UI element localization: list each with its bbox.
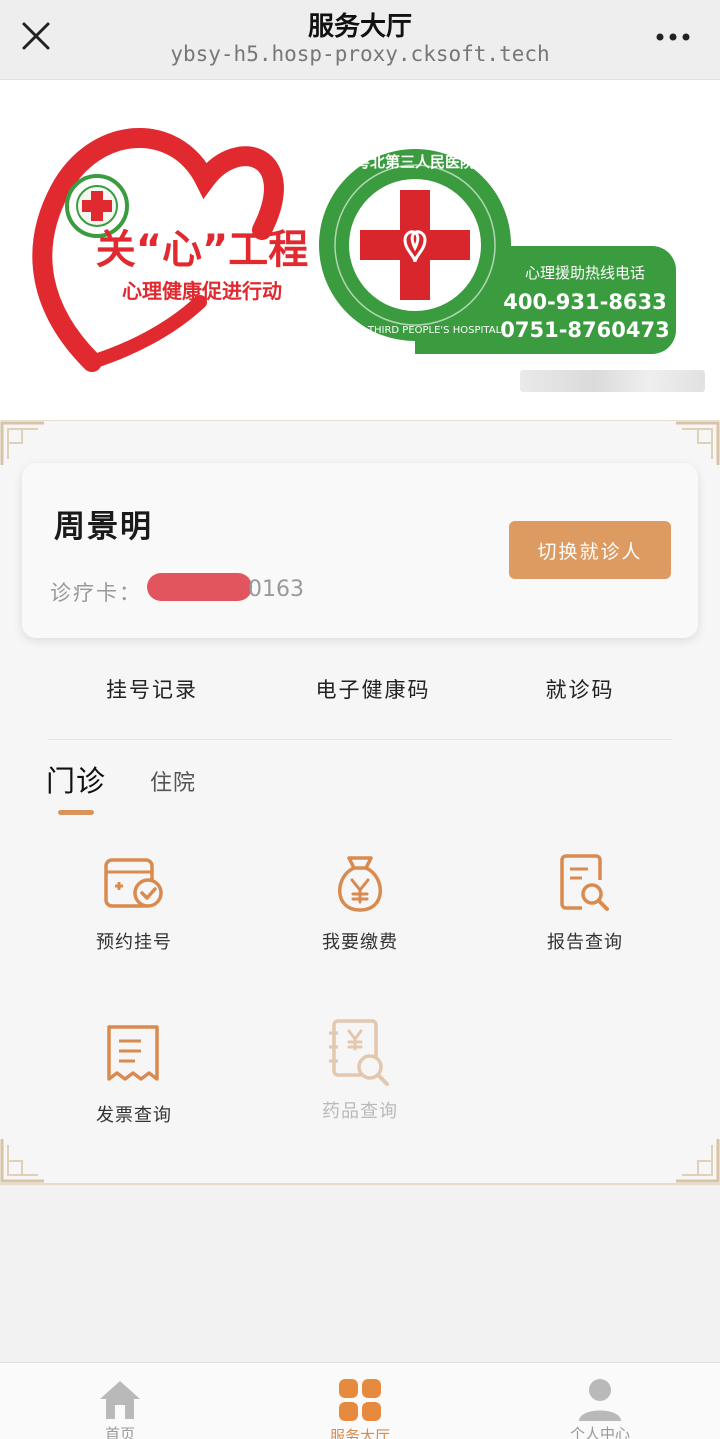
nav-profile[interactable]: 个人中心 xyxy=(520,1363,680,1439)
patient-card: 周景明 诊疗卡： 0163 切换就诊人 xyxy=(22,463,698,638)
nav-label: 个人中心 xyxy=(569,1425,630,1439)
hotline-number-2: 0751-8760473 xyxy=(500,318,669,342)
service-drug-query[interactable]: 药品查询 xyxy=(280,1017,440,1123)
more-icon[interactable] xyxy=(656,32,690,42)
yuan-bag-icon xyxy=(338,856,382,912)
hotline-label: 心理援助热线电话 xyxy=(525,264,645,282)
corner-ornament-icon xyxy=(676,421,720,465)
nav-label: 服务大厅 xyxy=(329,1427,390,1439)
quick-link-visit-code[interactable]: 就诊码 xyxy=(546,674,615,704)
bottom-tab-bar: 首页 服务大厅 个人中心 xyxy=(0,1362,720,1439)
page-url: ybsy-h5.hosp-proxy.cksoft.tech xyxy=(170,42,550,66)
service-label: 我要缴费 xyxy=(322,932,398,953)
browser-top-bar: 服务大厅 ybsy-h5.hosp-proxy.cksoft.tech xyxy=(0,0,720,80)
tab-active-indicator xyxy=(58,810,94,815)
hospital-logo: 粤北第三人民医院 YUEBEI THIRD PEOPLE'S HOSPITAL … xyxy=(319,149,676,354)
service-payment[interactable]: 我要缴费 xyxy=(280,852,440,954)
heart-campaign-logo: 关“心”工程 心理健康促进行动 xyxy=(32,127,309,372)
page-title: 服务大厅 xyxy=(307,12,412,42)
service-label: 药品查询 xyxy=(322,1101,398,1122)
promo-banner[interactable]: 关“心”工程 心理健康促进行动 粤北第三人民医院 YUEBEI THIRD PE… xyxy=(0,80,720,420)
campaign-title: 关“心”工程 xyxy=(96,227,309,273)
service-label: 预约挂号 xyxy=(96,932,172,953)
quick-link-health-code[interactable]: 电子健康码 xyxy=(316,674,431,704)
corner-ornament-icon xyxy=(0,421,44,465)
nav-service-hall[interactable]: 服务大厅 xyxy=(280,1363,440,1439)
patient-name: 周景明 xyxy=(54,509,153,545)
card-number-label: 诊疗卡： xyxy=(50,581,142,605)
tab-inpatient[interactable]: 住院 xyxy=(150,765,196,797)
service-label: 发票查询 xyxy=(96,1105,172,1126)
corner-ornament-icon xyxy=(0,1139,44,1183)
service-invoice-query[interactable]: 发票查询 xyxy=(54,1021,214,1127)
switch-patient-button[interactable]: 切换就诊人 xyxy=(509,521,671,579)
tab-outpatient[interactable]: 门诊 xyxy=(46,758,106,800)
hotline-number-1: 400-931-8633 xyxy=(503,290,667,314)
card-number-suffix: 0163 xyxy=(248,577,304,602)
receipt-icon xyxy=(107,1025,159,1081)
blurred-caption xyxy=(520,370,705,392)
nav-home[interactable]: 首页 xyxy=(40,1363,200,1439)
divider xyxy=(48,739,672,740)
campaign-subtitle: 心理健康促进行动 xyxy=(122,279,282,303)
hospital-name-en: YUEBEI THIRD PEOPLE'S HOSPITAL xyxy=(328,325,502,336)
quick-link-registration-records[interactable]: 挂号记录 xyxy=(106,674,198,704)
service-report-query[interactable]: 报告查询 xyxy=(505,852,665,954)
service-appointment[interactable]: 预约挂号 xyxy=(54,852,214,954)
nav-label: 首页 xyxy=(104,1425,135,1439)
hospital-name-cn: 粤北第三人民医院 xyxy=(355,153,475,171)
report-search-icon xyxy=(560,854,609,911)
calendar-check-icon xyxy=(104,858,163,908)
service-label: 报告查询 xyxy=(547,932,623,953)
corner-ornament-icon xyxy=(676,1139,720,1183)
home-icon xyxy=(100,1381,140,1419)
grid-icon xyxy=(339,1379,381,1421)
drug-search-icon xyxy=(329,1019,389,1086)
card-number-redaction xyxy=(147,573,252,601)
user-icon xyxy=(579,1379,621,1421)
